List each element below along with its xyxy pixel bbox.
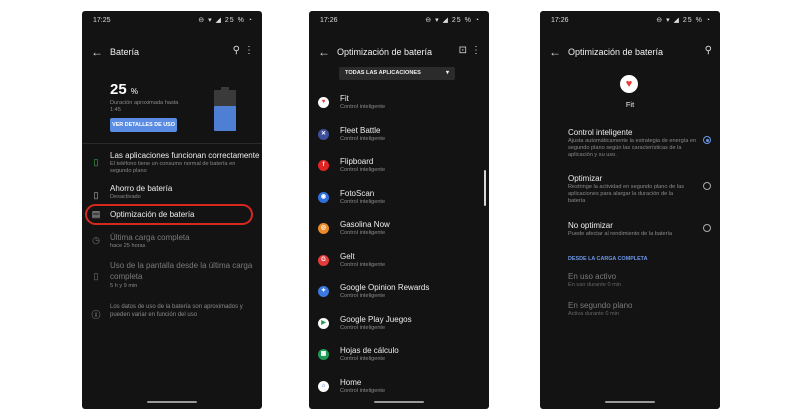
- more-options-icon[interactable]: ⋮: [471, 45, 481, 56]
- app-icon: G: [318, 254, 329, 266]
- battery-settings-screen: 17:25 ⊖ ▾ ◢ 25 % ◔ ← Batería ⚲ ⋮ 25 % Du…: [82, 11, 262, 409]
- app-bar: ← Optimización de batería ⚲: [540, 43, 720, 65]
- duration-value: 1:45: [110, 107, 121, 113]
- app-status: Control inteligente: [340, 135, 386, 142]
- app-icon: ◉: [318, 191, 329, 203]
- app-icon: ◎: [318, 223, 329, 234]
- back-arrow-icon[interactable]: ←: [318, 45, 330, 59]
- app-filter-dropdown[interactable]: TODAS LAS APLICACIONES ▾: [339, 67, 455, 80]
- app-status: Control inteligente: [340, 104, 386, 110]
- radio-button[interactable]: [703, 224, 711, 232]
- search-icon[interactable]: ⚲: [233, 45, 240, 56]
- battery-percentage: 25 %: [110, 81, 138, 98]
- option-description: Ajusta automáticamente la estrategia de …: [568, 138, 697, 144]
- status-time: 17:25: [93, 17, 111, 24]
- scrollbar[interactable]: [484, 170, 486, 206]
- app-status: Control inteligente: [340, 293, 386, 299]
- more-options-icon[interactable]: ⋮: [244, 45, 254, 56]
- app-name: Fit: [625, 100, 635, 109]
- dropdown-caret-icon: ▾: [445, 70, 449, 76]
- option-description: aplicaciones para alargar la duración de…: [568, 191, 674, 197]
- app-bar: ← Optimización de batería ⊡ ⋮: [309, 43, 489, 65]
- highlight-circle: [85, 204, 253, 225]
- fit-app-icon: ♥: [620, 75, 638, 93]
- app-icon: ✦: [318, 286, 329, 297]
- navigation-handle[interactable]: [605, 401, 655, 403]
- status-time: 17:26: [551, 17, 569, 24]
- app-search-icon[interactable]: ⊡: [459, 45, 467, 56]
- app-optimization-detail-screen: 17:26 ⊖ ▾ ◢ 25 % ◔ ← Optimización de bat…: [540, 11, 720, 409]
- app-name: Google Play Juegos: [340, 314, 412, 324]
- page-title: Batería: [110, 47, 140, 57]
- page-title: Optimización de batería: [568, 47, 664, 57]
- navigation-handle[interactable]: [374, 401, 424, 403]
- app-status: Control inteligente: [340, 198, 386, 205]
- phone-icon: ▯: [93, 271, 99, 281]
- option-description: aplicación y su uso.: [568, 152, 617, 158]
- app-bar: ← Batería ⚲ ⋮: [82, 43, 262, 65]
- option-description: segundo plano según las características …: [568, 145, 682, 151]
- app-status: Control inteligente: [340, 324, 386, 331]
- back-arrow-icon[interactable]: ←: [91, 45, 103, 59]
- navigation-handle[interactable]: [147, 401, 197, 403]
- duration-label: Duración aproximada hasta: [110, 100, 179, 106]
- search-icon[interactable]: ⚲: [705, 45, 712, 56]
- option-title: No optimizar: [568, 221, 613, 230]
- battery-ok-icon: ▯: [93, 157, 99, 167]
- status-bar: 17:25 ⊖ ▾ ◢ 25 % ◔: [82, 11, 262, 31]
- app-status: Control inteligente: [340, 230, 386, 236]
- app-name: Hojas de cálculo: [340, 346, 399, 355]
- app-name: Fleet Battle: [340, 125, 381, 135]
- battery-graphic: [214, 87, 236, 131]
- app-icon: ✕: [318, 128, 329, 140]
- view-usage-details-button[interactable]: VER DETALLES DE USO: [110, 118, 177, 132]
- back-arrow-icon[interactable]: ←: [549, 45, 561, 59]
- app-icon: ▶: [318, 317, 329, 329]
- option-description: Restringe la actividad en segundo plano …: [568, 184, 684, 190]
- app-name: Flipboard: [340, 157, 374, 166]
- app-status: Control inteligente: [340, 167, 386, 173]
- app-name: Fit: [340, 94, 349, 103]
- status-bar: 17:26 ⊖ ▾ ◢ 25 % ◔: [540, 11, 720, 31]
- app-icon: ▦: [318, 349, 329, 360]
- info-icon: ⓘ: [91, 310, 101, 320]
- app-icon: ♥: [318, 97, 329, 108]
- status-icons: ⊖ ▾ ◢ 25 % ◔: [656, 17, 711, 24]
- app-name: Gelt: [340, 251, 355, 261]
- status-bar: 17:26 ⊖ ▾ ◢ 25 % ◔: [309, 11, 489, 31]
- option-description: batería: [568, 198, 586, 204]
- app-icon: ⌂: [318, 380, 329, 392]
- app-name: Home: [340, 377, 362, 387]
- battery-saver-icon: ▯: [93, 190, 99, 200]
- app-name: Gasolina Now: [340, 220, 390, 229]
- section-header: DESDE LA CARGA COMPLETA: [568, 256, 648, 262]
- app-status: Control inteligente: [340, 261, 386, 268]
- option-description: Puede afectar al rendimiento de la bater…: [568, 231, 673, 237]
- app-status: Control inteligente: [340, 387, 386, 394]
- option-title: Control inteligente: [568, 128, 633, 137]
- battery-optimization-list-screen: 17:26 ⊖ ▾ ◢ 25 % ◔ ← Optimización de bat…: [309, 11, 489, 409]
- page-title: Optimización de batería: [337, 47, 433, 57]
- status-icons: ⊖ ▾ ◢ 25 % ◔: [198, 17, 253, 24]
- app-name: FotoScan: [340, 188, 375, 198]
- radio-button[interactable]: [703, 182, 711, 190]
- status-time: 17:26: [320, 17, 338, 24]
- option-title: Optimizar: [568, 174, 603, 183]
- radio-button[interactable]: [703, 136, 711, 144]
- app-name: Google Opinion Rewards: [340, 283, 430, 292]
- clock-icon: ◷: [92, 235, 100, 245]
- status-icons: ⊖ ▾ ◢ 25 % ◔: [425, 17, 480, 24]
- app-icon: f: [318, 160, 329, 171]
- app-status: Control inteligente: [340, 356, 386, 362]
